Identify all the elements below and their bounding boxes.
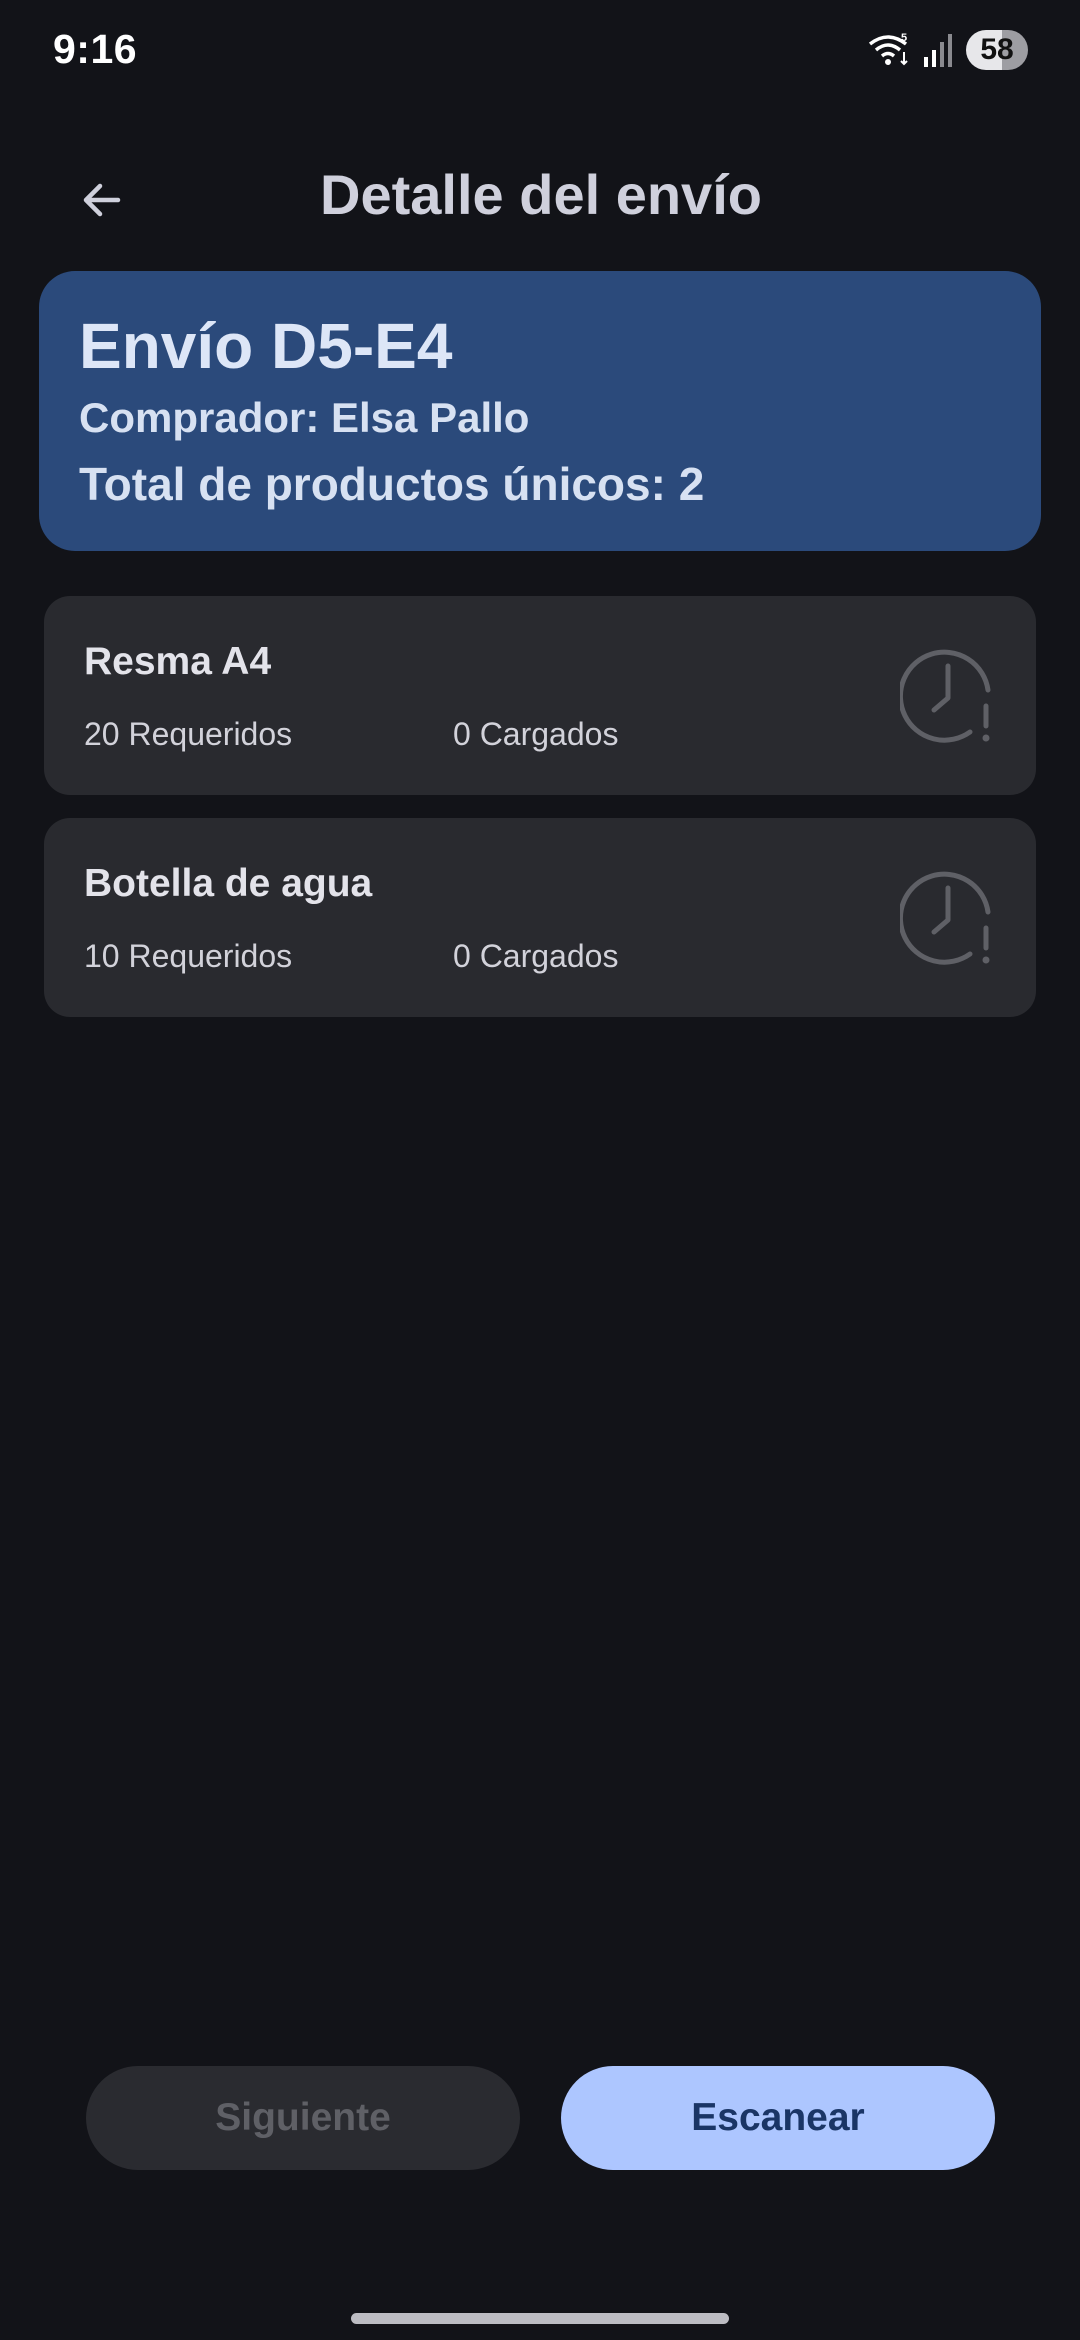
product-card[interactable]: Botella de agua 10 Requeridos 0 Cargados	[44, 818, 1036, 1017]
clock-alert-icon	[900, 871, 991, 965]
shipment-summary-card: Envío D5-E4 Comprador: Elsa Pallo Total …	[39, 271, 1041, 551]
clock-alert-icon	[900, 649, 991, 743]
signal-icon	[924, 34, 952, 67]
status-time: 9:16	[53, 26, 138, 72]
shipment-detail-screen: 9:16 5 58 Detalle del envío Envío D5-E4 …	[0, 0, 1080, 2340]
total-unique-products: Total de productos únicos: 2	[79, 458, 705, 510]
product-required-count: 20 Requeridos	[84, 716, 293, 752]
buyer-label: Comprador: Elsa Pallo	[79, 394, 530, 441]
shipment-title: Envío D5-E4	[79, 310, 453, 382]
scan-button[interactable]: Escanear	[561, 2066, 995, 2170]
product-name: Botella de agua	[84, 862, 373, 905]
svg-text:5: 5	[901, 32, 907, 44]
page-title: Detalle del envío	[320, 163, 762, 226]
battery-icon: 58	[966, 30, 1028, 70]
product-loaded-count: 0 Cargados	[453, 716, 619, 752]
product-name: Resma A4	[84, 640, 272, 683]
home-indicator[interactable]	[351, 2313, 729, 2324]
product-card[interactable]: Resma A4 20 Requeridos 0 Cargados	[44, 596, 1036, 795]
product-required-count: 10 Requeridos	[84, 938, 293, 974]
status-bar: 9:16 5 58	[0, 0, 1080, 100]
next-button[interactable]: Siguiente	[86, 2066, 520, 2170]
top-app-bar: Detalle del envío	[0, 150, 1080, 245]
wifi-icon: 5	[868, 32, 908, 66]
status-icons: 5 58	[868, 28, 1028, 72]
product-loaded-count: 0 Cargados	[453, 938, 619, 974]
